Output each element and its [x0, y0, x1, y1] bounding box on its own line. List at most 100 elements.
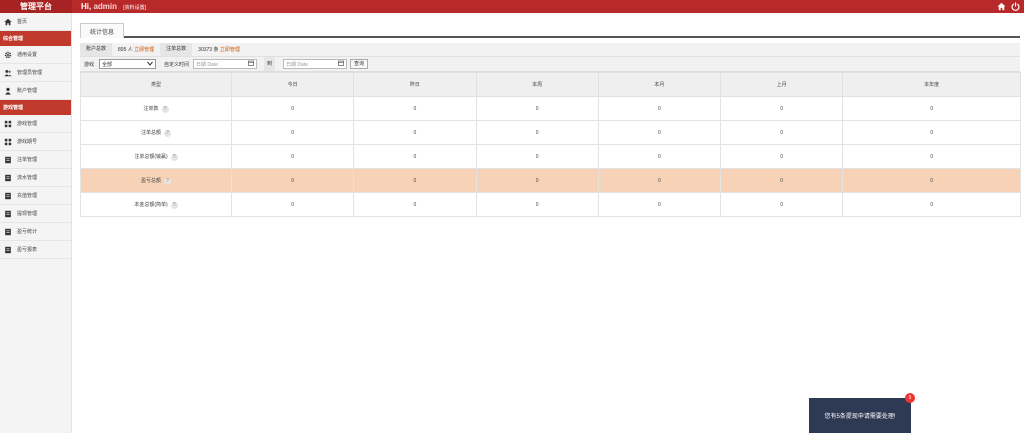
table-cell: 0	[597, 168, 722, 193]
table-cell: 0	[719, 192, 844, 217]
table-cell: 0	[842, 144, 1021, 169]
orders-count: 30373 条	[198, 47, 219, 53]
table-row: 本金总额(简单)? 0 0 0 0 0 0	[80, 192, 1021, 217]
sidebar-item-recharge[interactable]: 充值管理	[0, 187, 71, 205]
sidebar-item-accounts[interactable]: 账户管理	[0, 82, 71, 100]
users-icon	[3, 68, 12, 77]
start-date-placeholder: 日期 Date	[196, 61, 218, 68]
custom-time-label: 自定义时间	[164, 61, 190, 68]
accounts-label: 账户总数	[80, 43, 113, 56]
sidebar-item-game-manage[interactable]: 游戏管理	[0, 115, 71, 133]
table-cell: 0	[597, 192, 722, 217]
sidebar-item-profit-stats[interactable]: 盈亏统计	[0, 223, 71, 241]
table-cell: 0	[230, 120, 355, 145]
help-icon[interactable]: ?	[170, 201, 178, 209]
filter-bar: 游戏 全部 自定义时间 日期 Date 到 日期 Date 查询	[80, 56, 1020, 72]
table-cell: 0	[475, 96, 599, 121]
user-icon	[3, 86, 12, 95]
search-button[interactable]: 查询	[350, 59, 369, 69]
game-select-value: 全部	[102, 61, 113, 68]
greeting: Hi, admin [资料设置]	[81, 0, 146, 13]
help-icon[interactable]: ?	[164, 177, 171, 185]
table-cell: 0	[475, 168, 599, 193]
edit-profile-link[interactable]: [资料设置]	[123, 5, 146, 11]
table-row: 盈亏总额? 0 0 0 0 0 0	[80, 168, 1021, 193]
table-cell: 0	[719, 144, 844, 169]
doc-icon	[3, 209, 12, 218]
column-header: 本月	[597, 72, 722, 97]
table-cell: 0	[353, 120, 477, 145]
sidebar-item-profit-report[interactable]: 盈亏报表	[0, 241, 71, 259]
column-header: 本周	[475, 72, 599, 97]
start-date-input[interactable]: 日期 Date	[193, 59, 258, 69]
help-icon[interactable]: ?	[164, 129, 171, 137]
main-content: 统计信息 账户总数 895 人 立即管理 注单总数 30373 条 立即管理 游…	[80, 20, 1021, 217]
help-icon[interactable]: ?	[161, 105, 169, 113]
table-cell: 0	[719, 168, 844, 193]
table-cell: 0	[597, 144, 722, 169]
calendar-icon[interactable]	[338, 60, 344, 68]
column-header: 上月	[719, 72, 844, 97]
table-cell: 0	[230, 168, 355, 193]
help-icon[interactable]: ?	[170, 153, 178, 161]
table-header-row: 类型 今日 昨日 本周 本月 上月 本年度	[80, 72, 1021, 97]
doc-icon	[3, 191, 12, 200]
table-cell: 0	[842, 120, 1021, 145]
greeting-prefix: Hi,	[81, 2, 94, 11]
table-cell: 0	[353, 96, 477, 121]
sidebar-item-withdraw[interactable]: 提现管理	[0, 205, 71, 223]
table-cell: 0	[475, 120, 599, 145]
orders-manage-link[interactable]: 立即管理	[220, 47, 240, 53]
home-icon[interactable]	[997, 1, 1006, 11]
sidebar-item-label: 账户管理	[17, 88, 38, 94]
tab-bar: 统计信息	[80, 20, 1020, 38]
power-icon[interactable]	[1011, 1, 1020, 11]
doc-icon	[3, 227, 12, 236]
sidebar-item-flow[interactable]: 流水管理	[0, 169, 71, 187]
sidebar-item-orders[interactable]: 注单管理	[0, 151, 71, 169]
table-cell: 0	[353, 144, 477, 169]
sidebar-item-label: 游戏期号	[17, 139, 38, 145]
sidebar-item-admins[interactable]: 管理员管理	[0, 64, 71, 82]
calendar-icon[interactable]	[248, 60, 254, 68]
row-label: 注单总额	[140, 129, 161, 136]
sidebar-group-general[interactable]: 综合管理	[0, 31, 71, 46]
row-label-cell: 盈亏总额?	[80, 168, 232, 193]
row-label-cell: 注单总额(输赢)?	[80, 144, 232, 169]
end-date-input[interactable]: 日期 Date	[283, 59, 348, 69]
brand-title: 管理平台	[0, 0, 72, 13]
table-row: 注单数? 0 0 0 0 0 0	[80, 96, 1021, 121]
sidebar-item-home[interactable]: 首页	[0, 13, 71, 31]
accounts-manage-link[interactable]: 立即管理	[134, 47, 154, 53]
table-cell: 0	[353, 168, 477, 193]
table-cell: 0	[719, 96, 844, 121]
gear-icon	[3, 50, 12, 59]
table-cell: 0	[230, 96, 355, 121]
top-bar: 管理平台 Hi, admin [资料设置]	[0, 0, 1024, 13]
table-cell: 0	[842, 96, 1021, 121]
to-label: 到	[264, 57, 276, 71]
column-header: 本年度	[842, 72, 1021, 97]
sidebar-item-game-period[interactable]: 游戏期号	[0, 133, 71, 151]
table-cell: 0	[842, 192, 1021, 217]
sidebar-item-label: 盈亏统计	[17, 229, 38, 235]
sidebar: 首页 综合管理 通用设置管理员管理账户管理游戏管理 游戏管理游戏期号注单管理流水管理充…	[0, 13, 72, 433]
withdraw-notification[interactable]: 您有5条提现申请需要处理! 5	[809, 393, 915, 433]
table-row: 注单总额(输赢)? 0 0 0 0 0 0	[80, 144, 1021, 169]
orders-label: 注单总数	[160, 43, 193, 56]
tab-statistics[interactable]: 统计信息	[80, 23, 124, 38]
table-cell: 0	[230, 192, 355, 217]
table-cell: 0	[842, 168, 1021, 193]
grid-icon	[3, 137, 12, 146]
sidebar-item-label: 注单管理	[17, 157, 38, 163]
sidebar-item-settings[interactable]: 通用设置	[0, 46, 71, 64]
row-label: 本金总额(简单)	[134, 201, 168, 208]
row-label-cell: 本金总额(简单)?	[80, 192, 232, 217]
sidebar-group-games[interactable]: 游戏管理	[0, 100, 71, 115]
table-cell: 0	[719, 120, 844, 145]
sidebar-item-label: 管理员管理	[17, 70, 43, 76]
sidebar-item-label: 充值管理	[17, 193, 38, 199]
orders-value: 30373 条 立即管理	[192, 46, 246, 53]
table-cell: 0	[475, 144, 599, 169]
game-select[interactable]: 全部	[99, 59, 157, 69]
